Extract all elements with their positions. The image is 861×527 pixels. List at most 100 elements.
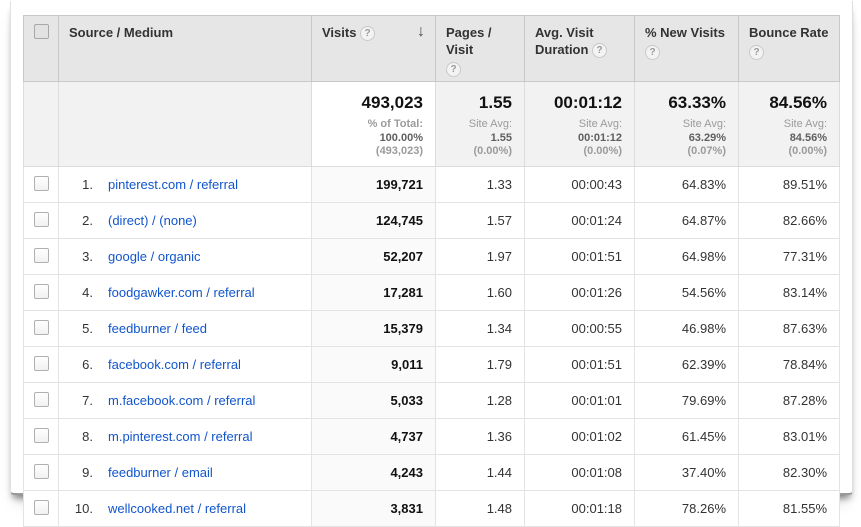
source-medium-link[interactable]: m.facebook.com / referral bbox=[108, 393, 255, 408]
help-icon[interactable]: ? bbox=[446, 62, 461, 77]
visits-value: 124,745 bbox=[312, 203, 436, 239]
table-row: 5.feedburner / feed 15,379 1.34 00:00:55… bbox=[24, 311, 840, 347]
row-checkbox[interactable] bbox=[34, 392, 49, 407]
help-icon[interactable]: ? bbox=[645, 45, 660, 60]
row-select-cell bbox=[24, 239, 59, 275]
percent-new-visits-value: 79.69% bbox=[635, 383, 739, 419]
percent-new-visits-value: 37.40% bbox=[635, 455, 739, 491]
bounce-rate-value: 83.01% bbox=[739, 419, 840, 455]
summary-label: % of Total: bbox=[368, 118, 423, 130]
table-row: 10.wellcooked.net / referral 3,831 1.48 … bbox=[24, 491, 840, 527]
source-medium-link[interactable]: google / organic bbox=[108, 249, 201, 264]
column-label: Bounce Rate bbox=[749, 25, 828, 40]
pages-per-visit-value: 1.79 bbox=[436, 347, 525, 383]
row-index: 9. bbox=[71, 465, 93, 480]
summary-duration-value: 00:01:12 bbox=[535, 92, 622, 114]
row-select-cell bbox=[24, 203, 59, 239]
row-checkbox[interactable] bbox=[34, 500, 49, 515]
summary-avg-value: 1.55 bbox=[491, 132, 512, 144]
row-index: 3. bbox=[71, 249, 93, 264]
bounce-rate-value: 82.66% bbox=[739, 203, 840, 239]
pages-per-visit-value: 1.28 bbox=[436, 383, 525, 419]
sort-desc-icon[interactable]: ↓ bbox=[417, 24, 425, 40]
column-header-source-medium[interactable]: Source / Medium bbox=[59, 16, 312, 82]
table-row: 9.feedburner / email 4,243 1.44 00:01:08… bbox=[24, 455, 840, 491]
row-select-cell bbox=[24, 383, 59, 419]
pages-per-visit-value: 1.34 bbox=[436, 311, 525, 347]
table-row: 1.pinterest.com / referral 199,721 1.33 … bbox=[24, 167, 840, 203]
source-medium-link[interactable]: wellcooked.net / referral bbox=[108, 501, 246, 516]
source-medium-cell: 4. foodgawker.com / referral bbox=[59, 275, 312, 311]
summary-delta: (0.07%) bbox=[645, 145, 726, 158]
column-header-visits[interactable]: ↓ Visits ? bbox=[312, 16, 436, 82]
source-medium-cell: 6.facebook.com / referral bbox=[59, 347, 312, 383]
percent-new-visits-value: 64.98% bbox=[635, 239, 739, 275]
percent-new-visits-value: 54.56% bbox=[635, 275, 739, 311]
column-header-new-visits[interactable]: % New Visits ? bbox=[635, 16, 739, 82]
column-header-pages-visit[interactable]: Pages / Visit ? bbox=[436, 16, 525, 82]
source-medium-cell: 2. (direct) / (none) bbox=[59, 203, 312, 239]
summary-visits: 493,023 % of Total: 100.00% (493,023) bbox=[312, 82, 436, 167]
source-medium-link[interactable]: pinterest.com / referral bbox=[108, 177, 238, 192]
bounce-rate-value: 77.31% bbox=[739, 239, 840, 275]
summary-delta: (0.00%) bbox=[535, 145, 622, 158]
row-select-cell bbox=[24, 167, 59, 203]
help-icon[interactable]: ? bbox=[592, 43, 607, 58]
summary-empty-cell bbox=[59, 82, 312, 167]
column-label: Pages / Visit bbox=[446, 25, 492, 57]
source-medium-cell: 10. wellcooked.net / referral bbox=[59, 491, 312, 527]
avg-visit-duration-value: 00:00:55 bbox=[525, 311, 635, 347]
source-medium-link[interactable]: facebook.com / referral bbox=[108, 357, 241, 372]
sources-table: Source / Medium ↓ Visits ? Pages / Visit… bbox=[23, 15, 840, 527]
bounce-rate-value: 83.14% bbox=[739, 275, 840, 311]
summary-delta: (493,023) bbox=[322, 145, 423, 158]
avg-visit-duration-value: 00:00:43 bbox=[525, 167, 635, 203]
source-medium-link[interactable]: feedburner / feed bbox=[108, 321, 207, 336]
visits-value: 199,721 bbox=[312, 167, 436, 203]
row-index: 10. bbox=[71, 501, 93, 516]
summary-delta: (0.00%) bbox=[446, 145, 512, 158]
select-all-checkbox[interactable] bbox=[34, 24, 49, 39]
percent-new-visits-value: 62.39% bbox=[635, 347, 739, 383]
select-all-cell bbox=[24, 16, 59, 82]
pages-per-visit-value: 1.60 bbox=[436, 275, 525, 311]
source-medium-link[interactable]: feedburner / email bbox=[108, 465, 213, 480]
help-icon[interactable]: ? bbox=[360, 26, 375, 41]
row-checkbox[interactable] bbox=[34, 284, 49, 299]
table-row: 4.foodgawker.com / referral 17,281 1.60 … bbox=[24, 275, 840, 311]
row-checkbox[interactable] bbox=[34, 464, 49, 479]
summary-avg-duration: 00:01:12 Site Avg: 00:01:12 (0.00%) bbox=[525, 82, 635, 167]
table-row: 8.m.pinterest.com / referral 4,737 1.36 … bbox=[24, 419, 840, 455]
row-index: 4. bbox=[71, 285, 93, 300]
row-index: 2. bbox=[71, 213, 93, 228]
column-header-avg-duration[interactable]: Avg. Visit Duration ? bbox=[525, 16, 635, 82]
source-medium-cell: 5.feedburner / feed bbox=[59, 311, 312, 347]
row-index: 8. bbox=[71, 429, 93, 444]
row-checkbox[interactable] bbox=[34, 428, 49, 443]
row-checkbox[interactable] bbox=[34, 176, 49, 191]
column-header-bounce-rate[interactable]: Bounce Rate ? bbox=[739, 16, 840, 82]
avg-visit-duration-value: 00:01:08 bbox=[525, 455, 635, 491]
avg-visit-duration-value: 00:01:51 bbox=[525, 239, 635, 275]
row-checkbox[interactable] bbox=[34, 212, 49, 227]
pages-per-visit-value: 1.57 bbox=[436, 203, 525, 239]
percent-new-visits-value: 61.45% bbox=[635, 419, 739, 455]
row-checkbox[interactable] bbox=[34, 320, 49, 335]
percent-new-visits-value: 78.26% bbox=[635, 491, 739, 527]
row-checkbox[interactable] bbox=[34, 248, 49, 263]
pages-per-visit-value: 1.36 bbox=[436, 419, 525, 455]
bounce-rate-value: 89.51% bbox=[739, 167, 840, 203]
column-label: Visits bbox=[322, 25, 356, 40]
summary-avg-value: 00:01:12 bbox=[578, 132, 622, 144]
source-medium-link[interactable]: foodgawker.com / referral bbox=[108, 285, 255, 300]
row-index: 7. bbox=[71, 393, 93, 408]
percent-new-visits-value: 46.98% bbox=[635, 311, 739, 347]
pages-per-visit-value: 1.44 bbox=[436, 455, 525, 491]
row-checkbox[interactable] bbox=[34, 356, 49, 371]
source-medium-link[interactable]: (direct) / (none) bbox=[108, 213, 197, 228]
summary-delta: (0.00%) bbox=[749, 145, 827, 158]
help-icon[interactable]: ? bbox=[749, 45, 764, 60]
bounce-rate-value: 81.55% bbox=[739, 491, 840, 527]
source-medium-link[interactable]: m.pinterest.com / referral bbox=[108, 429, 253, 444]
pages-per-visit-value: 1.97 bbox=[436, 239, 525, 275]
